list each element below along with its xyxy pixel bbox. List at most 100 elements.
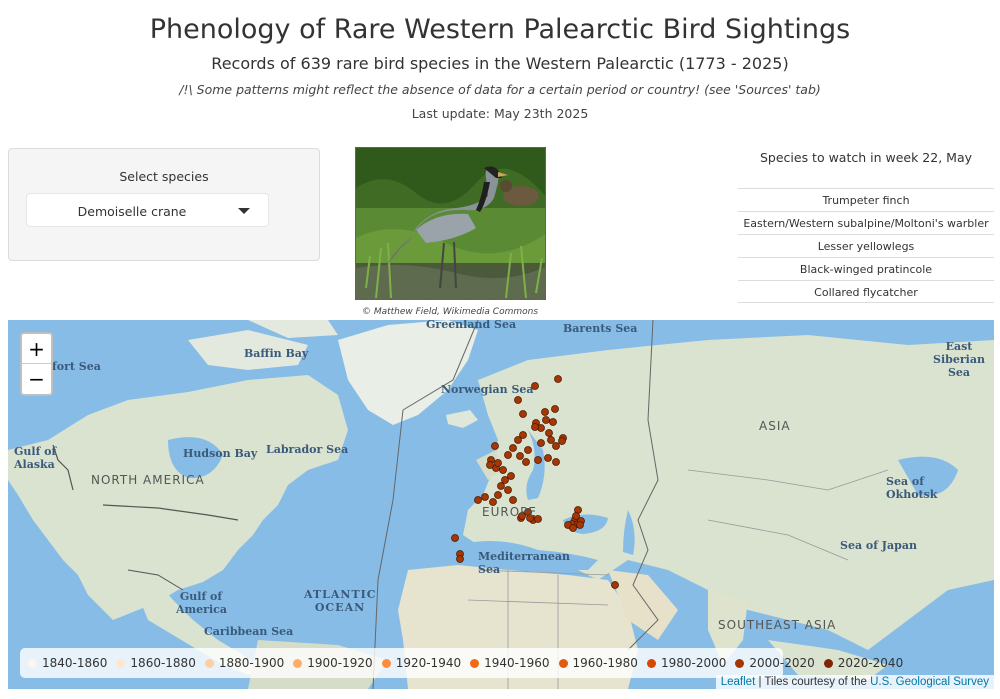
legend-label: 2020-2040 — [837, 656, 904, 670]
sighting-marker[interactable] — [489, 498, 497, 506]
demoiselle-crane-image — [356, 148, 545, 299]
sighting-marker[interactable] — [552, 458, 560, 466]
sighting-marker[interactable] — [544, 454, 552, 462]
legend-label: 1860-1880 — [130, 656, 196, 670]
sightings-layer — [451, 375, 619, 589]
sighting-marker[interactable] — [541, 408, 549, 416]
species-to-watch-panel: Species to watch in week 22, May Trumpet… — [738, 148, 994, 303]
watch-list-item: Collared flycatcher — [738, 280, 994, 303]
legend-label: 1980-2000 — [660, 656, 727, 670]
legend-swatch — [646, 658, 656, 668]
legend-swatch — [204, 658, 214, 668]
sighting-marker[interactable] — [549, 418, 557, 426]
legend-label: 1940-1960 — [484, 656, 550, 670]
species-select-label: Select species — [119, 169, 209, 184]
last-update: Last update: May 23th 2025 — [411, 106, 589, 121]
page-subtitle: Records of 639 rare bird species in the … — [211, 54, 789, 73]
species-select-panel: Select species Demoiselle crane — [8, 148, 320, 261]
sighting-marker[interactable] — [572, 512, 580, 520]
sighting-marker[interactable] — [552, 442, 560, 450]
watch-list-item: Trumpeter finch — [738, 188, 994, 211]
sighting-marker[interactable] — [611, 581, 619, 589]
legend-item: 1980-2000 — [646, 656, 727, 670]
species-dropdown[interactable]: Demoiselle crane — [26, 193, 269, 227]
sighting-marker[interactable] — [509, 444, 517, 452]
legend-swatch — [293, 658, 303, 668]
sighting-marker[interactable] — [531, 382, 539, 390]
legend-swatch — [558, 658, 568, 668]
sighting-marker[interactable] — [507, 472, 515, 480]
data-warning: /!\ Some patterns might reflect the abse… — [179, 82, 821, 97]
usgs-link[interactable]: U.S. Geological Survey — [870, 676, 989, 688]
sighting-marker[interactable] — [537, 439, 545, 447]
sighting-marker[interactable] — [504, 451, 512, 459]
watch-title: Species to watch in week 22, May — [759, 150, 973, 165]
sighting-marker[interactable] — [514, 396, 522, 404]
period-legend: 1840-1860 1860-1880 1880-1900 1900-1920 … — [20, 648, 903, 678]
sighting-marker[interactable] — [494, 491, 502, 499]
legend-label: 1840-1860 — [42, 656, 108, 670]
legend-swatch — [381, 658, 391, 668]
sighting-marker[interactable] — [499, 466, 507, 474]
legend-swatch — [116, 658, 126, 668]
caret-down-icon — [238, 208, 250, 214]
legend-item: 1900-1920 — [293, 656, 373, 670]
legend-swatch — [28, 658, 37, 668]
sighting-marker[interactable] — [491, 442, 499, 450]
watch-list-item: Lesser yellowlegs — [738, 234, 994, 257]
legend-item: 2000-2020 — [735, 656, 815, 670]
sighting-marker[interactable] — [534, 515, 542, 523]
sighting-marker[interactable] — [545, 429, 553, 437]
legend-label: 1960-1980 — [572, 656, 638, 670]
legend-item: 1860-1880 — [116, 656, 196, 670]
watch-list-item: Eastern/Western subalpine/Moltoni's warb… — [738, 211, 994, 234]
sighting-marker[interactable] — [542, 416, 550, 424]
sighting-marker[interactable] — [547, 436, 555, 444]
legend-swatch — [735, 658, 745, 668]
page-title: Phenology of Rare Western Palearctic Bir… — [149, 14, 851, 45]
sighting-marker[interactable] — [526, 514, 534, 522]
map-attribution: Leaflet | Tiles courtesy of the U.S. Geo… — [715, 675, 994, 689]
zoom-in-button[interactable]: + — [22, 334, 51, 364]
legend-item: 2020-2040 — [823, 656, 904, 670]
legend-swatch — [823, 658, 833, 668]
sighting-marker[interactable] — [518, 512, 526, 520]
sighting-marker[interactable] — [504, 486, 512, 494]
species-dropdown-value: Demoiselle crane — [77, 204, 187, 219]
species-photo — [355, 147, 546, 300]
legend-item: 1940-1960 — [470, 656, 550, 670]
watch-list-item: Black-winged pratincole — [738, 257, 994, 280]
legend-item: 1840-1860 — [28, 656, 107, 670]
sightings-map[interactable]: Greenland Sea Barents Sea Baffin Bay Eas… — [8, 320, 994, 689]
sighting-marker[interactable] — [551, 405, 559, 413]
sighting-marker[interactable] — [486, 461, 494, 469]
sighting-marker[interactable] — [474, 496, 482, 504]
sighting-marker[interactable] — [534, 456, 542, 464]
legend-item: 1880-1900 — [204, 656, 285, 670]
sighting-marker[interactable] — [519, 410, 527, 418]
sighting-marker[interactable] — [497, 482, 505, 490]
photo-credit: © Matthew Field, Wikimedia Commons — [361, 307, 539, 317]
zoom-control: + − — [20, 332, 53, 396]
sighting-marker[interactable] — [576, 521, 584, 529]
legend-label: 1880-1900 — [218, 656, 285, 670]
sighting-marker[interactable] — [554, 375, 562, 383]
legend-swatch — [470, 658, 480, 668]
sighting-marker[interactable] — [524, 446, 532, 454]
sighting-marker[interactable] — [558, 437, 566, 445]
legend-item: 1920-1940 — [381, 656, 461, 670]
sighting-marker[interactable] — [531, 423, 539, 431]
leaflet-link[interactable]: Leaflet — [721, 676, 756, 688]
sighting-marker[interactable] — [509, 496, 517, 504]
sighting-marker[interactable] — [451, 534, 459, 542]
sighting-marker[interactable] — [494, 459, 502, 467]
sighting-marker[interactable] — [569, 524, 577, 532]
sighting-marker[interactable] — [514, 436, 522, 444]
legend-label: 2000-2020 — [749, 656, 815, 670]
sighting-marker[interactable] — [516, 452, 524, 460]
sighting-marker[interactable] — [481, 493, 489, 501]
zoom-out-button[interactable]: − — [22, 364, 51, 394]
sighting-marker[interactable] — [522, 458, 530, 466]
sighting-marker[interactable] — [456, 555, 464, 563]
attribution-text: | Tiles courtesy of the — [755, 676, 871, 688]
